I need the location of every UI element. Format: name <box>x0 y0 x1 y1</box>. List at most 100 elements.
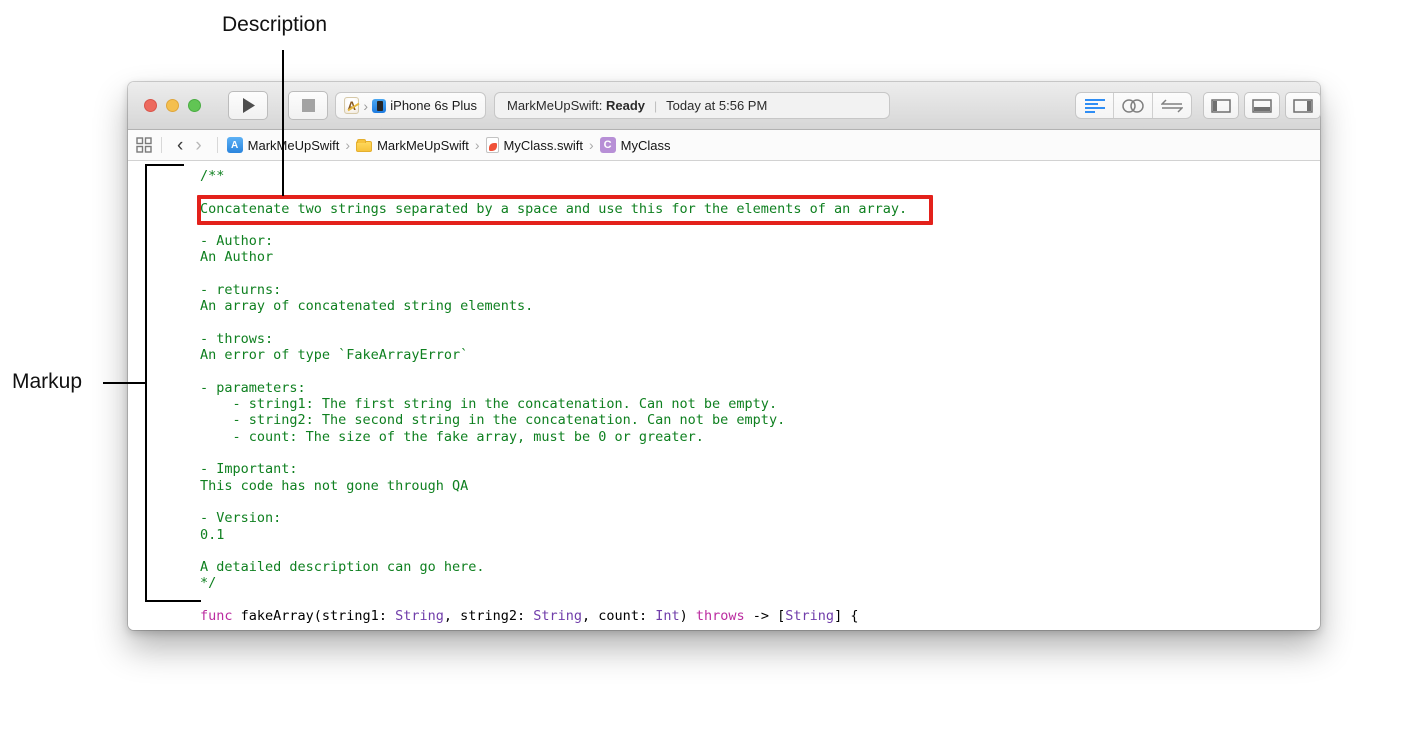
code-line: - Version: <box>200 510 907 526</box>
code-line: Concatenate two strings separated by a s… <box>200 201 907 217</box>
code-line <box>200 266 907 282</box>
close-window-button[interactable] <box>144 99 157 112</box>
go-forward-button[interactable]: › <box>189 136 207 155</box>
version-editor-icon <box>1161 99 1183 113</box>
breadcrumb-chevron-icon: › <box>475 137 480 153</box>
breadcrumb-chevron-icon: › <box>345 137 350 153</box>
code-token: Int <box>655 608 679 624</box>
breadcrumb-group[interactable]: MarkMeUpSwift <box>356 138 469 153</box>
code-line <box>200 364 907 380</box>
stop-button[interactable] <box>288 91 328 120</box>
code-line: An array of concatenated string elements… <box>200 298 907 314</box>
version-editor-button[interactable] <box>1153 93 1191 118</box>
code-line: /** <box>200 168 907 184</box>
status-project-state: MarkMeUpSwift: Ready <box>507 98 645 113</box>
utilities-panel-icon <box>1293 99 1313 113</box>
code-token: , string2: <box>444 608 533 624</box>
jumpbar-separator <box>217 137 218 153</box>
code-line: A detailed description can go here. <box>200 559 907 575</box>
code-line-func-declaration: func fakeArray(string1: String, string2:… <box>200 608 907 624</box>
minimize-window-button[interactable] <box>166 99 179 112</box>
xcode-app-icon: A <box>344 97 359 114</box>
code-line: */ <box>200 575 907 591</box>
editor-mode-control <box>1075 92 1192 119</box>
breadcrumb-chevron-icon: › <box>589 137 594 153</box>
jumpbar-separator <box>161 137 162 153</box>
toggle-debug-area-button[interactable] <box>1244 92 1280 119</box>
description-callout-line <box>282 50 284 196</box>
code-line: - parameters: <box>200 380 907 396</box>
breadcrumb-label: MarkMeUpSwift <box>248 138 340 153</box>
play-icon <box>242 98 255 113</box>
toolbar: A › iPhone 6s Plus MarkMeUpSwift: Ready … <box>128 82 1320 130</box>
code-line: - Author: <box>200 233 907 249</box>
code-line: 0.1 <box>200 527 907 543</box>
code-token: throws <box>696 608 745 624</box>
markup-callout-label: Markup <box>12 370 82 394</box>
code-line: - string2: The second string in the conc… <box>200 412 907 428</box>
navigator-panel-icon <box>1211 99 1231 113</box>
markup-bracket-bottom-tick <box>145 600 201 602</box>
screenshot-stage: Description Markup A › iPhone 6s Plus <box>0 0 1410 733</box>
code-line: An Author <box>200 249 907 265</box>
code-line: - Important: <box>200 461 907 477</box>
code-line: - returns: <box>200 282 907 298</box>
code-line <box>200 592 907 608</box>
related-items-grid-icon <box>136 137 152 153</box>
stop-icon <box>302 99 315 112</box>
markup-bracket-line <box>145 164 147 602</box>
scheme-chevron-icon: › <box>363 99 368 113</box>
run-button[interactable] <box>228 91 268 120</box>
xcode-window: A › iPhone 6s Plus MarkMeUpSwift: Ready … <box>128 82 1320 630</box>
code-line: - throws: <box>200 331 907 347</box>
class-icon: C <box>600 137 616 153</box>
folder-icon <box>356 141 372 152</box>
breadcrumb-label: MyClass.swift <box>504 138 583 153</box>
zoom-window-button[interactable] <box>188 99 201 112</box>
code-line <box>200 217 907 233</box>
scheme-device-label: iPhone 6s Plus <box>390 98 477 113</box>
code-line <box>200 184 907 200</box>
code-token: func <box>200 608 233 624</box>
source-editor[interactable]: /** Concatenate two strings separated by… <box>128 162 1320 630</box>
code-line: - string1: The first string in the conca… <box>200 396 907 412</box>
code-token: String <box>395 608 444 624</box>
code-line <box>200 543 907 559</box>
iphone-device-icon <box>372 99 386 113</box>
code-token: String <box>785 608 834 624</box>
project-icon: A <box>227 137 243 153</box>
status-timestamp: Today at 5:56 PM <box>666 98 767 113</box>
code-token: ) <box>680 608 696 624</box>
breadcrumb-symbol[interactable]: C MyClass <box>600 137 671 153</box>
code-token: , count: <box>582 608 655 624</box>
code-line: This code has not gone through QA <box>200 478 907 494</box>
code-token: String <box>533 608 582 624</box>
status-ready: Ready <box>606 98 645 113</box>
standard-editor-button[interactable] <box>1076 93 1114 118</box>
go-back-button[interactable]: ‹ <box>171 136 189 155</box>
breadcrumb-label: MyClass <box>621 138 671 153</box>
code-token: -> [ <box>745 608 786 624</box>
status-divider: | <box>654 99 657 113</box>
code-line: - count: The size of the fake array, mus… <box>200 429 907 445</box>
breadcrumb-label: MarkMeUpSwift <box>377 138 469 153</box>
code-token: ] { <box>834 608 858 624</box>
markup-callout-line <box>103 382 147 384</box>
debug-area-panel-icon <box>1252 99 1272 113</box>
standard-editor-icon <box>1085 99 1105 113</box>
code-token: fakeArray(string1: <box>233 608 396 624</box>
activity-viewer: MarkMeUpSwift: Ready | Today at 5:56 PM <box>494 92 890 119</box>
toggle-navigator-button[interactable] <box>1203 92 1239 119</box>
assistant-editor-icon <box>1122 99 1144 113</box>
swift-file-icon <box>486 137 499 153</box>
markup-bracket-top-tick <box>145 164 184 166</box>
breadcrumb-file[interactable]: MyClass.swift <box>486 137 583 153</box>
related-items-button[interactable] <box>136 137 152 153</box>
assistant-editor-button[interactable] <box>1114 93 1152 118</box>
description-callout-label: Description <box>222 13 327 37</box>
code-line <box>200 315 907 331</box>
toggle-utilities-button[interactable] <box>1285 92 1321 119</box>
code-line: An error of type `FakeArrayError` <box>200 347 907 363</box>
code-line <box>200 494 907 510</box>
scheme-selector[interactable]: A › iPhone 6s Plus <box>335 92 486 119</box>
